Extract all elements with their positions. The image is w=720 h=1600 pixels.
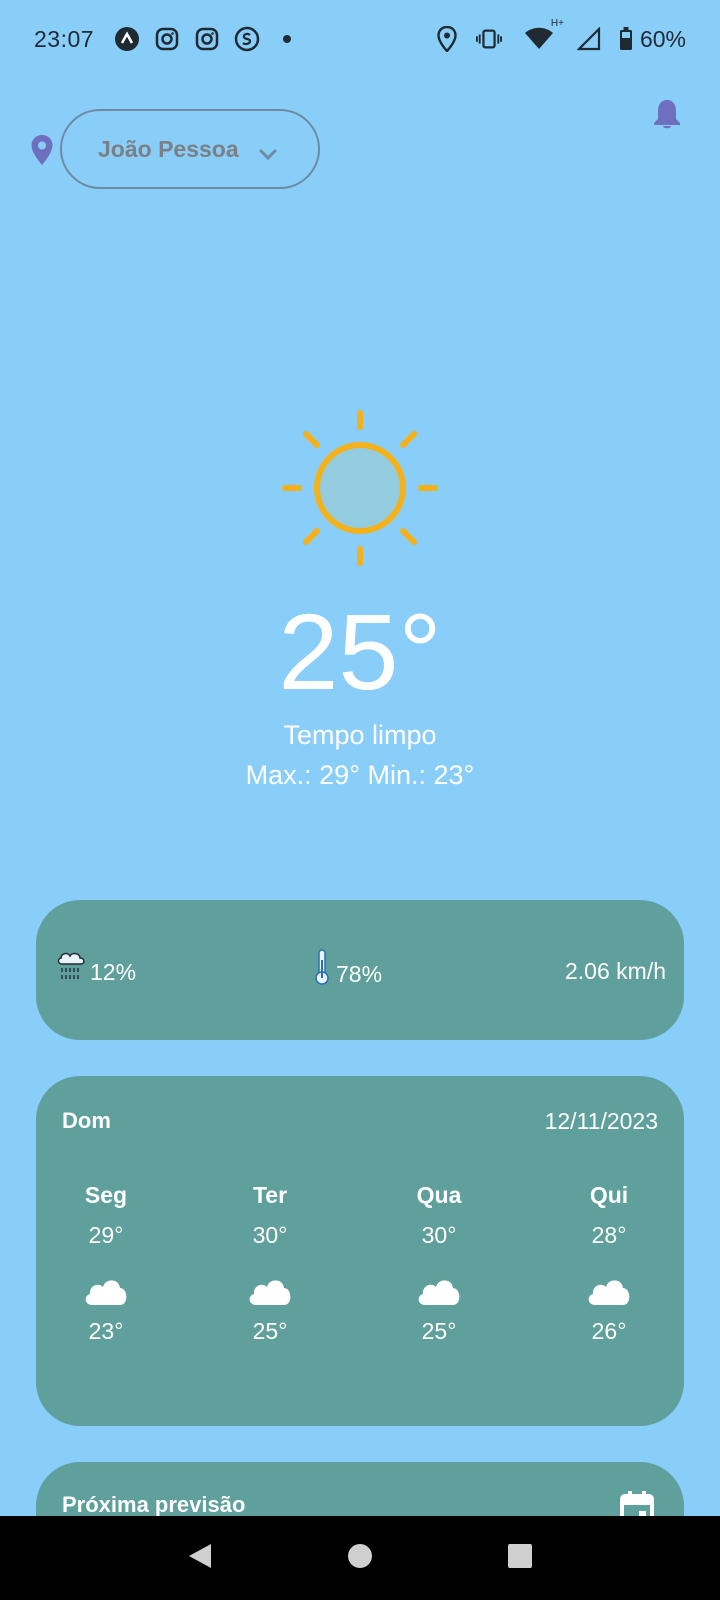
back-button[interactable] — [187, 1542, 213, 1575]
forecast-card: Dom 12/11/2023 Seg 29° 23° Ter 30° 25° Q… — [36, 1076, 684, 1426]
forecast-day: Qua 30° 25° — [399, 1182, 479, 1345]
battery-percentage: 60% — [639, 25, 686, 52]
forecast-day-name: Ter — [252, 1182, 288, 1208]
rain-cloud-icon — [54, 948, 90, 990]
forecast-date: 12/11/2023 — [544, 1108, 658, 1134]
humidity-stat: 78% — [314, 948, 382, 992]
app-a-icon — [114, 26, 140, 52]
instagram-icon — [154, 26, 180, 52]
rain-stat: 12% — [54, 948, 136, 990]
forecast-min: 26° — [591, 1318, 627, 1344]
forecast-day: Seg 29° 23° — [66, 1182, 146, 1345]
location-pin-icon — [30, 134, 54, 166]
cloud-icon — [569, 1268, 649, 1312]
weather-condition: Tempo limpo — [283, 720, 437, 750]
forecast-max: 29° — [88, 1222, 124, 1248]
forecast-min: 25° — [252, 1318, 288, 1344]
forecast-min: 25° — [421, 1318, 457, 1344]
wind-value: 2.06 km/h — [565, 958, 666, 984]
chevron-down-icon — [258, 141, 278, 161]
location-icon — [434, 26, 460, 52]
city-dropdown[interactable]: João Pessoa — [60, 109, 320, 189]
forecast-max: 30° — [252, 1222, 288, 1248]
forecast-day: Qui 28° 26° — [569, 1182, 649, 1345]
instagram-icon — [194, 26, 220, 52]
rain-value: 12% — [90, 959, 137, 985]
thermometer-icon — [314, 948, 330, 992]
navigation-bar — [0, 1516, 720, 1600]
wifi-icon: H+ — [518, 18, 564, 52]
forecast-day-name: Seg — [84, 1182, 128, 1208]
cloud-icon — [230, 1268, 310, 1312]
forecast-min: 23° — [88, 1318, 124, 1344]
system-icons: H+ 60% — [434, 18, 686, 53]
current-temperature: 25° — [278, 591, 442, 712]
sun-icon — [282, 410, 438, 566]
cloud-icon — [66, 1268, 146, 1312]
notification-icons — [114, 26, 300, 52]
max-min-temperature: Max.: 29° Min.: 23° — [245, 760, 475, 790]
next-forecast-title: Próxima previsão — [62, 1492, 246, 1517]
battery-icon — [618, 26, 634, 52]
vibrate-icon — [475, 26, 502, 52]
city-dropdown-label: João Pessoa — [98, 135, 239, 162]
dot-icon — [274, 26, 300, 52]
forecast-day: Ter 30° 25° — [230, 1182, 310, 1345]
status-bar: 23:07 H+ 60% — [0, 0, 720, 78]
network-type-label: H+ — [550, 18, 564, 29]
signal-icon — [576, 26, 602, 52]
forecast-max: 30° — [421, 1222, 457, 1248]
cloud-icon — [399, 1268, 479, 1312]
home-button[interactable] — [347, 1543, 373, 1574]
s-app-icon — [234, 26, 260, 52]
forecast-max: 28° — [591, 1222, 627, 1248]
today-label: Dom — [62, 1108, 111, 1133]
forecast-day-name: Qui — [589, 1182, 629, 1208]
humidity-value: 78% — [336, 961, 383, 987]
wind-stat: 2.06 km/h — [565, 958, 666, 985]
status-time: 23:07 — [34, 25, 95, 52]
recents-button[interactable] — [507, 1543, 533, 1574]
notification-bell-icon[interactable] — [652, 98, 682, 130]
forecast-day-name: Qua — [416, 1182, 462, 1208]
weather-stats-card: 12% 78% 2.06 km/h — [36, 900, 684, 1040]
